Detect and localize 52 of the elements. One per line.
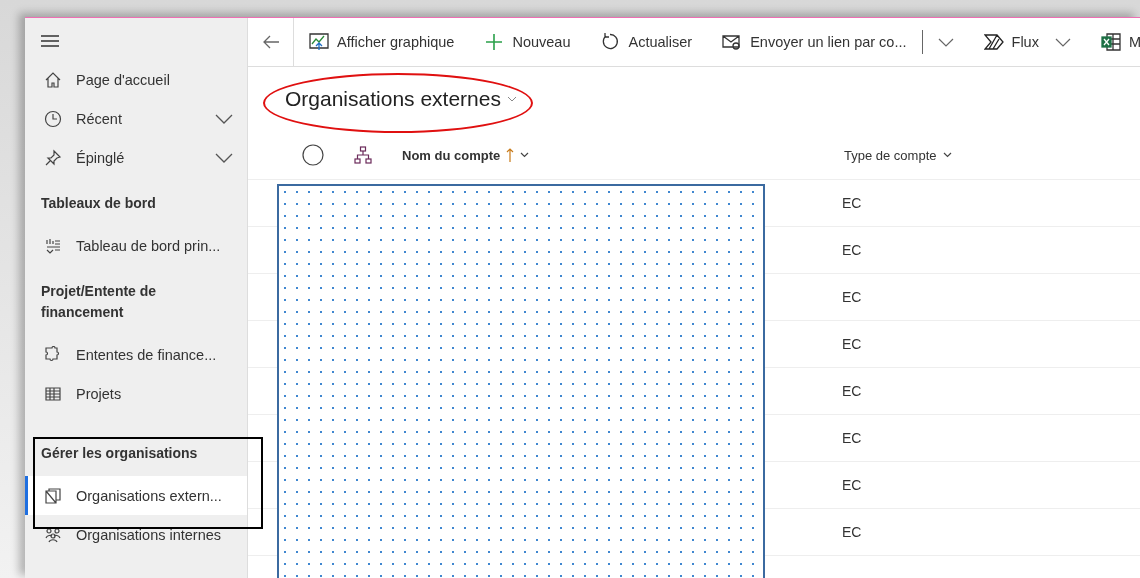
- sidebar-section-title: Tableaux de bord: [40, 194, 157, 213]
- table-cell: EC: [842, 242, 862, 258]
- clock-icon: [44, 109, 62, 128]
- table-cell: EC: [842, 383, 862, 399]
- chart-icon: [309, 33, 329, 51]
- dash-icon: [44, 236, 62, 255]
- toolbar-button[interactable]: Flux: [968, 24, 1086, 60]
- home-icon: [44, 70, 62, 89]
- doc-icon: [44, 486, 62, 505]
- sidebar-item[interactable]: Organisations extern...: [25, 476, 247, 515]
- column-header[interactable]: Type de compte: [844, 147, 952, 163]
- sidebar-section-title: Gérer les organisations: [40, 444, 199, 463]
- chevron-down-icon: [942, 152, 952, 158]
- sidebar-item[interactable]: Épinglé: [25, 138, 247, 177]
- select-all-checkbox[interactable]: [302, 144, 324, 166]
- grid-icon: [44, 384, 62, 403]
- sidebar-section-title: Projet/Entente de financement: [40, 282, 158, 322]
- toolbar-button[interactable]: Actualiser: [585, 24, 708, 60]
- toolbar-button[interactable]: M: [1085, 24, 1140, 60]
- chevron-down-icon: [215, 152, 233, 163]
- chevron-down-icon: [520, 152, 530, 158]
- back-arrow-icon: [261, 35, 280, 49]
- sidebar-item[interactable]: Page d'accueil: [25, 60, 247, 99]
- table-cell: EC: [842, 336, 862, 352]
- table-cell: EC: [842, 430, 862, 446]
- hierarchy-icon[interactable]: [354, 146, 372, 164]
- plus-icon: [484, 33, 505, 51]
- sidebar-item[interactable]: Récent: [25, 99, 247, 138]
- table-cell: EC: [842, 289, 862, 305]
- chevron-down-icon[interactable]: [506, 96, 517, 102]
- chevron-down-icon: [215, 113, 233, 124]
- mail-icon: [722, 33, 743, 51]
- table-cell: EC: [842, 477, 862, 493]
- toolbar-button[interactable]: Nouveau: [469, 24, 586, 60]
- chevron-down-icon: [937, 37, 954, 47]
- sidebar-item[interactable]: Organisations internes: [25, 515, 247, 554]
- refresh-icon: [600, 33, 621, 51]
- flow-icon: [983, 33, 1004, 51]
- table-cell: EC: [842, 524, 862, 540]
- sidebar-item[interactable]: Tableau de bord prin...: [25, 226, 247, 265]
- puzzle-icon: [44, 345, 62, 364]
- column-header[interactable]: Nom du compte: [402, 147, 844, 163]
- table-cell: EC: [842, 195, 862, 211]
- sidebar-item[interactable]: Ententes de finance...: [25, 335, 247, 374]
- menu-icon: [41, 34, 59, 48]
- chevron-down-icon: [1054, 37, 1071, 47]
- toolbar-button[interactable]: Afficher graphique: [294, 24, 470, 60]
- excel-icon: [1100, 33, 1121, 51]
- sidebar-item[interactable]: Projets: [25, 374, 247, 413]
- view-title: Organisations externes: [285, 87, 501, 111]
- pin-icon: [44, 148, 62, 167]
- toolbar-button[interactable]: Envoyer un lien par co...: [707, 24, 922, 60]
